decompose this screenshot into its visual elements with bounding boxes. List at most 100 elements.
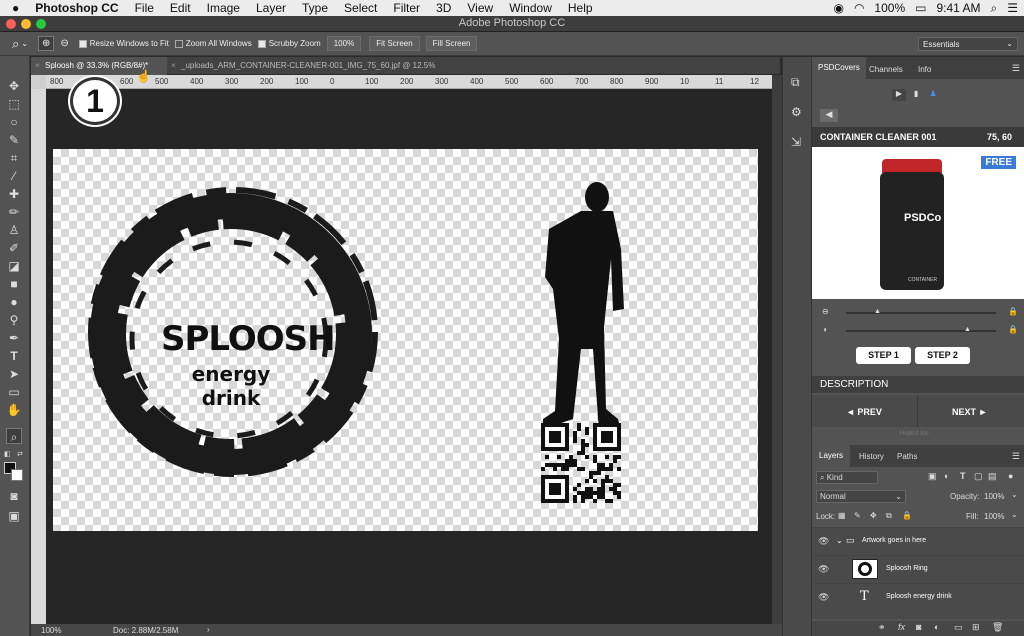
filter-toggle-icon[interactable]: ● — [1008, 471, 1013, 481]
pen-tool-icon[interactable]: ✒ — [6, 330, 22, 346]
checkbox-checked-icon[interactable] — [78, 39, 87, 48]
wifi-icon[interactable]: ◠ — [854, 1, 864, 15]
filter-pixel-icon[interactable]: ▣ — [928, 471, 937, 482]
menu-3d[interactable]: 3D — [428, 1, 459, 15]
layer-name[interactable]: Sploosh energy drink — [886, 593, 952, 600]
visibility-eye-icon[interactable]: 👁 — [818, 592, 829, 603]
layer-sploosh-text[interactable]: 👁 T Sploosh energy drink — [812, 583, 1024, 610]
link-layers-icon[interactable]: ⚭ — [878, 622, 886, 633]
history-panel-icon[interactable]: ⧉ — [791, 75, 800, 90]
new-group-icon[interactable]: ▭ — [954, 622, 963, 633]
swap-colors-icon[interactable]: ⇄ — [17, 450, 23, 458]
document-canvas[interactable]: SPLOOSH energy drink — [53, 149, 758, 531]
gradient-tool-icon[interactable]: ■ — [6, 276, 22, 292]
menu-image[interactable]: Image — [199, 1, 248, 15]
visibility-eye-icon[interactable]: 👁 — [818, 564, 829, 575]
quick-selection-tool-icon[interactable]: ✎ — [6, 132, 22, 148]
filter-shape-icon[interactable]: ▢ — [974, 471, 983, 482]
rectangle-tool-icon[interactable]: ▭ — [6, 384, 22, 400]
next-button[interactable]: NEXT ► — [952, 407, 987, 417]
user-icon[interactable]: ♟ — [926, 89, 940, 101]
zoom-tool-preset-icon[interactable]: ⌕ — [12, 36, 19, 52]
menu-select[interactable]: Select — [336, 1, 385, 15]
path-selection-tool-icon[interactable]: ➤ — [6, 366, 22, 382]
product-preview[interactable]: FREE PSDCo CONTAINER — [812, 147, 1024, 299]
clone-stamp-tool-icon[interactable]: ♙ — [6, 222, 22, 238]
checkbox-unchecked-icon[interactable] — [174, 39, 183, 48]
zoom-out-icon[interactable]: ⊖ — [60, 38, 68, 49]
lock-transparency-icon[interactable]: ▦ — [838, 511, 846, 520]
expand-chevron-icon[interactable]: ⌄ — [836, 536, 843, 545]
panel-menu-icon[interactable]: ☰ — [1012, 451, 1020, 462]
fill-value[interactable]: 100% — [984, 512, 1004, 521]
default-colors-icon[interactable]: ◧ — [4, 450, 11, 458]
tab-layers[interactable]: Layers — [812, 445, 851, 467]
lock-icon[interactable]: 🔒 — [1008, 325, 1018, 334]
apple-icon[interactable]: ● — [0, 1, 27, 15]
status-zoom[interactable]: 100% — [41, 626, 61, 635]
slider-track-1[interactable] — [846, 312, 996, 314]
opacity-chevron-icon[interactable]: ⌄ — [1011, 490, 1018, 499]
tab-paths[interactable]: Paths — [897, 452, 917, 461]
move-tool-icon[interactable]: ✥ — [6, 78, 22, 94]
adjustment-layer-icon[interactable]: ◐ — [934, 622, 939, 632]
lock-artboard-icon[interactable]: ⧉ — [886, 511, 892, 521]
menu-file[interactable]: File — [127, 1, 162, 15]
back-arrow-icon[interactable]: ◀ — [820, 109, 838, 122]
properties-panel-icon[interactable]: ⚙ — [791, 105, 802, 119]
new-layer-icon[interactable]: ⊞ — [972, 622, 980, 633]
background-color-swatch[interactable] — [11, 469, 23, 481]
menu-edit[interactable]: Edit — [162, 1, 199, 15]
blur-tool-icon[interactable]: ● — [6, 294, 22, 310]
vertical-ruler[interactable] — [31, 89, 46, 624]
vertical-scrollbar[interactable] — [772, 75, 782, 624]
crop-tool-icon[interactable]: ⌗ — [6, 150, 22, 166]
step-1-button[interactable]: STEP 1 — [856, 347, 911, 364]
menu-view[interactable]: View — [459, 1, 501, 15]
lock-position-icon[interactable]: ✥ — [870, 511, 877, 520]
eraser-tool-icon[interactable]: ◪ — [6, 258, 22, 274]
preset-dropdown-icon[interactable]: ⌄ — [21, 39, 28, 48]
zoom-100-button[interactable]: 100% — [326, 36, 362, 51]
brush-tool-icon[interactable]: ✏ — [6, 204, 22, 220]
menu-window[interactable]: Window — [501, 1, 560, 15]
description-header[interactable]: DESCRIPTION — [812, 376, 1024, 393]
notification-center-icon[interactable]: ☰ — [1007, 1, 1018, 15]
slider-thumb-2[interactable]: ▲ — [964, 326, 971, 333]
add-mask-icon[interactable]: ◙ — [916, 622, 921, 632]
marquee-tool-icon[interactable]: ⬚ — [6, 96, 22, 112]
fx-icon[interactable]: fx — [898, 622, 905, 632]
horizontal-ruler[interactable]: 800 700 600 500 400 300 200 100 0 100 200 300 400 500… — [46, 75, 772, 89]
filter-type-icon[interactable]: T — [960, 471, 966, 481]
opacity-value[interactable]: 100% — [984, 492, 1004, 501]
menu-app-name[interactable]: Photoshop CC — [27, 1, 126, 15]
eyedropper-tool-icon[interactable]: ⁄ — [6, 168, 22, 184]
panel-menu-icon[interactable]: ☰ — [1012, 63, 1020, 74]
clock[interactable]: 9:41 AM — [936, 1, 980, 15]
healing-brush-tool-icon[interactable]: ✚ — [6, 186, 22, 202]
bookmark-icon[interactable]: ▮ — [909, 89, 923, 101]
delete-layer-icon[interactable]: 🗑 — [992, 622, 1003, 633]
menu-type[interactable]: Type — [294, 1, 336, 15]
resize-windows-checkbox[interactable]: Resize Windows to Fit — [78, 39, 169, 48]
close-tab-icon[interactable]: × — [35, 57, 40, 75]
search-icon[interactable]: ⌕ — [991, 1, 998, 16]
layer-group-artwork[interactable]: 👁 ⌄ ▭ Artwork goes in here — [812, 527, 1024, 554]
dodge-tool-icon[interactable]: ⚲ — [6, 312, 22, 328]
tab-info[interactable]: Info — [918, 65, 931, 74]
close-tab-icon[interactable]: × — [171, 57, 176, 75]
lock-all-icon[interactable]: 🔒 — [902, 511, 912, 520]
tab-psdcovers[interactable]: PSDCovers — [812, 57, 866, 79]
filter-smart-object-icon[interactable]: ▤ — [988, 471, 997, 482]
zoom-all-checkbox[interactable]: Zoom All Windows — [174, 39, 252, 48]
layer-name[interactable]: Artwork goes in here — [862, 537, 926, 544]
layer-kind-select[interactable]: ⌕ Kind — [816, 471, 878, 484]
tab-history[interactable]: History — [859, 452, 884, 461]
fit-screen-button[interactable]: Fit Screen — [369, 36, 420, 51]
slider-track-2[interactable] — [846, 330, 996, 332]
screen-mode-icon[interactable]: ▣ — [6, 508, 22, 524]
lock-icon[interactable]: 🔒 — [1008, 307, 1018, 316]
lock-pixels-icon[interactable]: ✎ — [854, 511, 861, 520]
quick-mask-icon[interactable]: ◙ — [6, 488, 22, 504]
status-menu-chevron-icon[interactable]: › — [207, 625, 210, 634]
